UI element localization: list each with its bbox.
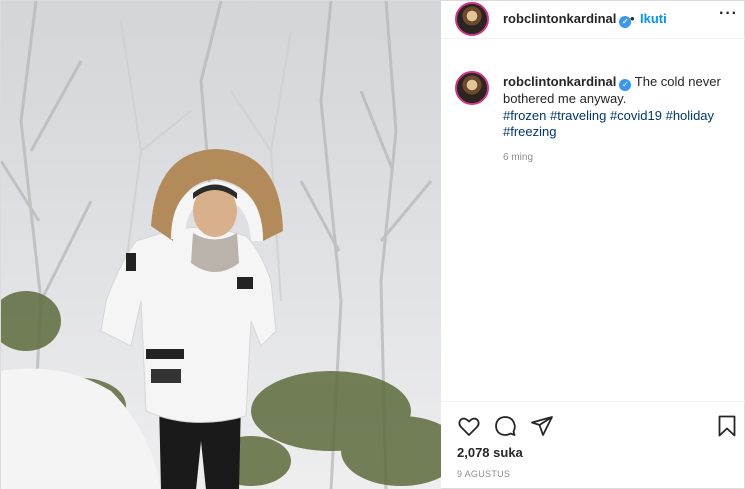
- caption-username[interactable]: robclintonkardinal: [503, 74, 616, 89]
- more-options-icon[interactable]: ···: [719, 5, 738, 23]
- caption-verified-badge-icon: ✓: [619, 79, 632, 91]
- avatar[interactable]: [455, 2, 489, 36]
- likes-count[interactable]: 2,078 suka: [457, 445, 523, 460]
- username-link[interactable]: robclintonkardinal ✓: [503, 11, 632, 28]
- action-bar: 2,078 suka 9 AGUSTUS: [441, 401, 745, 489]
- caption-time-ago: 6 ming: [503, 152, 534, 163]
- caption-avatar[interactable]: [455, 71, 489, 105]
- follow-button[interactable]: Ikuti: [640, 11, 667, 26]
- heart-icon[interactable]: [457, 414, 481, 438]
- instagram-post: robclintonkardinal ✓ • Ikuti ··· robclint…: [0, 0, 745, 489]
- post-date: 9 AGUSTUS: [457, 469, 511, 479]
- caption: robclintonkardinal ✓ The cold never bothe…: [503, 74, 739, 141]
- caption-hashtags[interactable]: #frozen #traveling #covid19 #holiday #fr…: [503, 108, 714, 140]
- username-text: robclintonkardinal: [503, 11, 617, 26]
- post-photo[interactable]: [1, 1, 441, 489]
- share-icon[interactable]: [530, 414, 554, 438]
- post-details-panel: robclintonkardinal ✓ • Ikuti ··· robclint…: [441, 1, 745, 489]
- comment-icon[interactable]: [493, 414, 517, 438]
- separator-dot: •: [630, 11, 635, 26]
- post-header: robclintonkardinal ✓ • Ikuti ···: [441, 1, 745, 39]
- snowy-forest-photo: [1, 1, 441, 489]
- bookmark-icon[interactable]: [715, 414, 739, 438]
